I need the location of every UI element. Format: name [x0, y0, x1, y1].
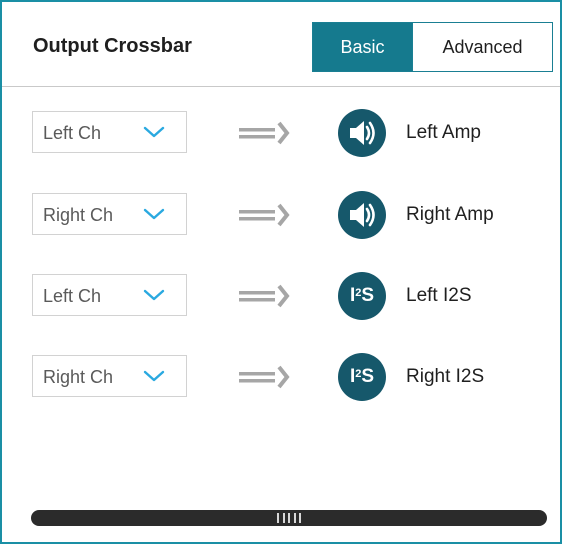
basic-button[interactable]: Basic — [313, 23, 412, 71]
chevron-down-icon — [143, 126, 165, 138]
source-select-right-i2s[interactable]: Right Ch — [32, 355, 187, 397]
output-label: Right Amp — [406, 204, 494, 225]
route-arrow-icon — [239, 203, 290, 227]
i2s-icon: I2S — [338, 353, 386, 401]
panel-header: Output Crossbar Basic Advanced — [2, 2, 560, 87]
source-select-right-amp[interactable]: Right Ch — [32, 193, 187, 235]
source-select-value: Left Ch — [43, 286, 102, 306]
source-select-left-amp[interactable]: Left Ch — [32, 111, 187, 153]
route-row-right-amp: Right Ch Right Amp — [2, 191, 560, 239]
source-select-left-i2s[interactable]: Left Ch — [32, 274, 187, 316]
horizontal-scrollbar[interactable] — [31, 510, 547, 526]
chevron-down-icon — [143, 289, 165, 301]
route-row-left-amp: Left Ch Left Amp — [2, 109, 560, 157]
speaker-icon — [338, 109, 386, 157]
route-arrow-icon — [239, 365, 290, 389]
advanced-button[interactable]: Advanced — [412, 23, 552, 71]
route-row-left-i2s: Left Ch I2S Left I2S — [2, 272, 560, 320]
route-row-right-i2s: Right Ch I2S Right I2S — [2, 353, 560, 401]
chevron-down-icon — [143, 370, 165, 382]
output-crossbar-panel: Output Crossbar Basic Advanced Left Ch L… — [0, 0, 562, 544]
source-select-value: Left Ch — [43, 123, 102, 143]
output-label: Left Amp — [406, 122, 481, 143]
view-mode-toggle: Basic Advanced — [312, 22, 553, 72]
source-select-value: Right Ch — [43, 205, 114, 225]
i2s-icon: I2S — [338, 272, 386, 320]
source-select-value: Right Ch — [43, 367, 114, 387]
speaker-icon — [338, 191, 386, 239]
output-label: Left I2S — [406, 285, 472, 306]
panel-title: Output Crossbar — [33, 35, 192, 57]
output-label: Right I2S — [406, 366, 485, 387]
route-arrow-icon — [239, 284, 290, 308]
chevron-down-icon — [143, 208, 165, 220]
route-arrow-icon — [239, 121, 290, 145]
scrollbar-grip-icon[interactable] — [277, 513, 301, 523]
